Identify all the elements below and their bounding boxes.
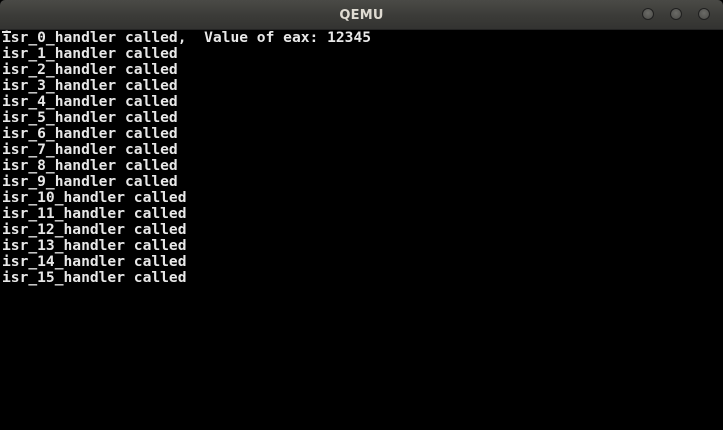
console-line: isr_2_handler called [2,61,178,78]
title-bar[interactable]: QEMU [0,0,723,30]
console-line: isr_0_handler called, Value of eax: 1234… [2,29,372,46]
console-line: isr_6_handler called [2,125,178,142]
console-line: isr_4_handler called [2,93,178,110]
console-line: isr_9_handler called [2,173,178,190]
console-line: isr_8_handler called [2,157,178,174]
console-line: isr_10_handler called [2,189,187,206]
maximize-icon[interactable] [670,8,682,20]
qemu-window: QEMU isr_0_handler called, Value of eax:… [0,0,723,430]
minimize-icon[interactable] [642,8,654,20]
console-line: isr_13_handler called [2,237,187,254]
console-line: isr_14_handler called [2,253,187,270]
console-line: isr_7_handler called [2,141,178,158]
console-line: isr_11_handler called [2,205,187,222]
console-line: isr_15_handler called [2,269,187,286]
console-line: isr_12_handler called [2,221,187,238]
close-icon[interactable] [698,8,710,20]
console-line: isr_3_handler called [2,77,178,94]
console-line: isr_5_handler called [2,109,178,126]
window-title: QEMU [339,8,384,23]
window-controls [642,8,710,20]
vga-console[interactable]: isr_0_handler called, Value of eax: 1234… [0,30,723,430]
console-line: isr_1_handler called [2,45,178,62]
